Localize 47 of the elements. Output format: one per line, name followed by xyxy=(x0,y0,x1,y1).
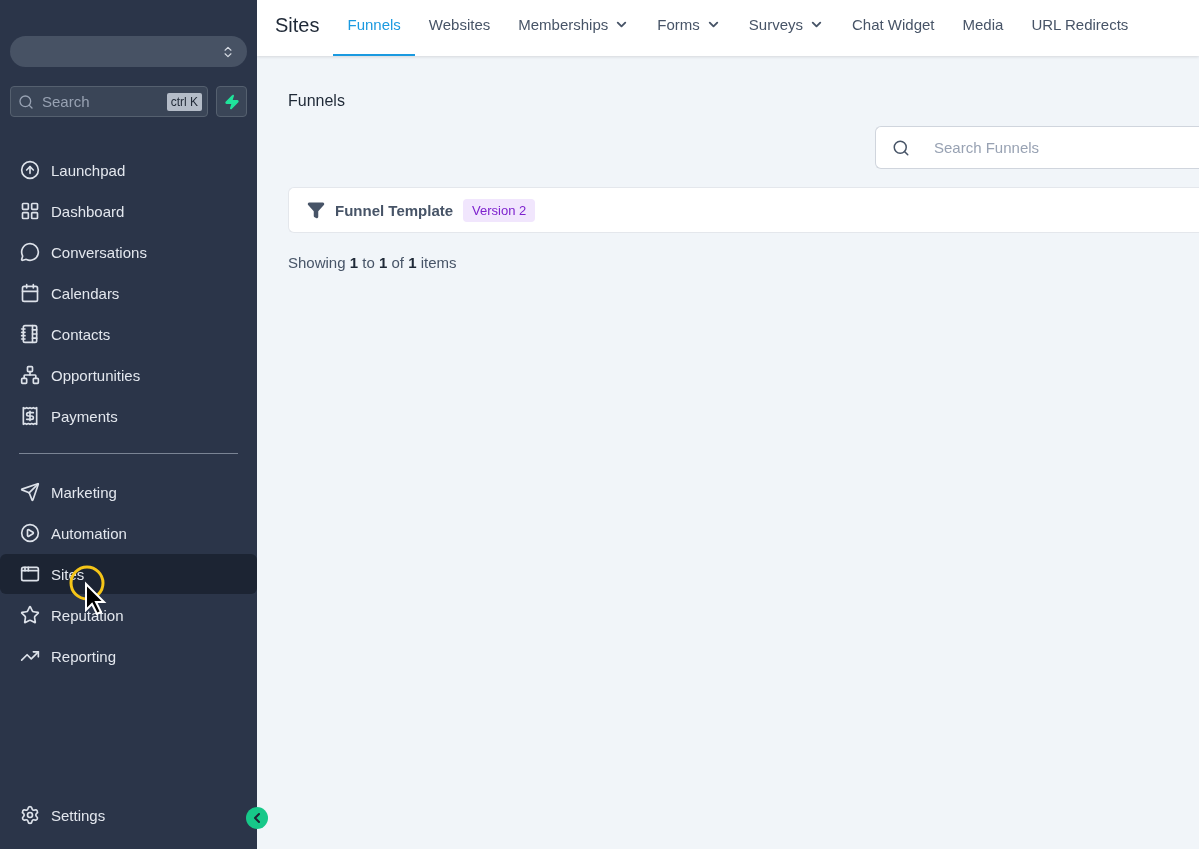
sidebar-item[interactable]: Conversations xyxy=(0,232,257,272)
account-switcher[interactable] xyxy=(10,36,247,67)
nav-tab[interactable]: URL Redirects xyxy=(1017,0,1143,56)
nav-tab[interactable]: Surveys xyxy=(734,0,838,56)
sidebar-item[interactable]: Contacts xyxy=(0,314,257,354)
settings-icon xyxy=(20,805,40,825)
dashboard-icon xyxy=(20,201,40,221)
notebook-icon xyxy=(20,324,40,344)
nav-tab[interactable]: Chat Widget xyxy=(838,0,949,56)
lightning-icon xyxy=(223,93,240,110)
sidebar-item[interactable]: Reporting xyxy=(0,636,257,676)
chat-bubble-icon xyxy=(20,242,40,262)
search-field[interactable]: Search ctrl K xyxy=(10,86,208,117)
page-title: Sites xyxy=(275,13,320,38)
funnel-icon xyxy=(307,201,325,219)
funnel-name: Funnel Template xyxy=(335,201,454,219)
collapse-button[interactable] xyxy=(246,807,268,829)
search-icon xyxy=(18,93,34,110)
sidebar-item[interactable]: Opportunities xyxy=(0,355,257,395)
nav-tab[interactable]: Forms xyxy=(643,0,735,56)
sidebar-item[interactable]: Payments xyxy=(0,396,257,436)
search-icon xyxy=(892,138,910,157)
nav-tab[interactable]: Memberships xyxy=(504,0,644,56)
sidebar-item[interactable]: Automation xyxy=(0,513,257,553)
funnel-row[interactable]: Funnel Template Version 2 xyxy=(288,187,1199,233)
browser-window-icon xyxy=(20,564,40,584)
sidebar-item[interactable]: Reputation xyxy=(0,595,257,635)
pagination-summary: Showing 1 to 1 of 1 items xyxy=(288,254,458,271)
search-field[interactable]: Search Funnels xyxy=(875,126,1199,169)
sidebar-item[interactable]: Calendars xyxy=(0,273,257,313)
sidebar-item[interactable]: Settings xyxy=(0,795,241,835)
version-badge: Version 2 xyxy=(463,198,536,222)
star-icon xyxy=(20,605,40,625)
sidebar-item[interactable]: Marketing xyxy=(0,472,257,512)
receipt-icon xyxy=(20,406,40,426)
paper-plane-icon xyxy=(20,482,40,502)
quick-action-button[interactable] xyxy=(216,86,247,117)
calendar-icon xyxy=(20,283,40,303)
shortcut-hint: ctrl K xyxy=(166,92,202,111)
play-circle-icon xyxy=(20,523,40,543)
search-input[interactable]: Search xyxy=(40,92,161,111)
sidebar-item[interactable]: Dashboard xyxy=(0,191,257,231)
section-heading: Funnels xyxy=(288,92,346,110)
nav-tab[interactable]: Websites xyxy=(414,0,505,56)
network-icon xyxy=(20,365,40,385)
nav-tab[interactable]: Media xyxy=(948,0,1018,56)
sidebar-item[interactable]: Launchpad xyxy=(0,150,257,190)
